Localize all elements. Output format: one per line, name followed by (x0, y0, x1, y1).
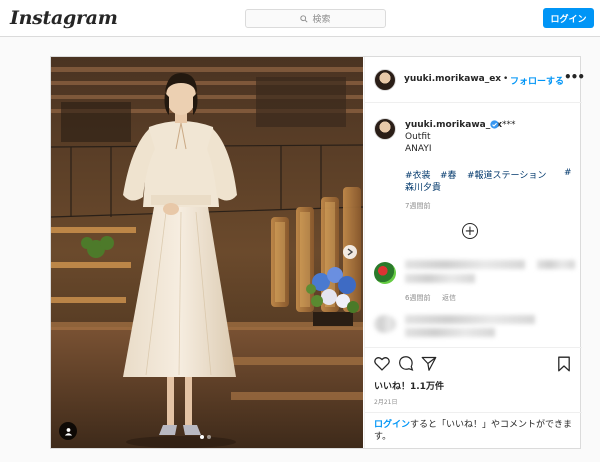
caption-timestamp: 7週間前 (405, 202, 431, 210)
carousel-dot (207, 435, 211, 439)
comment-text-blurred (537, 260, 575, 269)
carousel-dot (200, 435, 204, 439)
post-username[interactable]: yuuki.morikawa_ex (404, 74, 501, 84)
search-placeholder: 検索 (312, 15, 331, 25)
search-icon (300, 14, 309, 23)
separator: • (503, 74, 509, 84)
caption-suffix: *** (502, 120, 516, 130)
save-icon[interactable] (557, 356, 571, 372)
commenter-avatar-blurred (374, 315, 396, 333)
login-button[interactable]: ログイン (543, 8, 594, 28)
add-comment-icon[interactable]: + (462, 223, 478, 239)
comment-text-blurred (405, 260, 525, 269)
post-date: 2月21日 (374, 399, 398, 406)
comment-text-blurred (405, 274, 475, 283)
post-photo[interactable] (51, 57, 363, 448)
more-icon[interactable]: ••• (564, 70, 585, 84)
commenter-avatar[interactable] (374, 262, 396, 284)
top-navigation: Instagram 検索 ログイン (0, 0, 600, 37)
search-box[interactable]: 検索 (245, 9, 386, 28)
action-bar: いいね！1.1万件 2月21日 ログインすると「いいね！」やコメントができます。 (365, 347, 582, 448)
verified-icon (490, 120, 499, 129)
caption-username[interactable]: yuuki.morikawa_ex (405, 120, 502, 130)
photo-scene (51, 57, 363, 448)
caption-avatar[interactable] (374, 118, 396, 140)
hashtag-link[interactable]: # (564, 168, 572, 178)
comment-text-blurred (405, 328, 495, 337)
next-arrow-icon[interactable] (343, 245, 357, 259)
comment-text-blurred (405, 315, 535, 324)
caption-line: Outfit (405, 132, 431, 142)
user-tag-icon[interactable] (59, 422, 77, 440)
avatar[interactable] (374, 69, 396, 91)
login-link[interactable]: ログイン (374, 420, 410, 430)
share-icon[interactable] (421, 356, 437, 371)
comment-icon[interactable] (398, 356, 414, 371)
login-prompt: ログインすると「いいね！」やコメントができます。 (365, 412, 582, 449)
hashtag-link[interactable]: #春 (440, 168, 457, 181)
comment-timestamp: 6週間前 (405, 294, 431, 302)
hashtag-link[interactable]: 森川夕貴 (405, 180, 441, 193)
caption-line: ANAYI (405, 144, 432, 154)
hashtag-link[interactable]: #報道ステーション (467, 168, 546, 181)
like-count[interactable]: いいね！1.1万件 (374, 379, 444, 392)
reply-button[interactable]: 返信 (442, 293, 456, 303)
post-side-panel: yuuki.morikawa_ex • フォローする ••• yuuki.mor… (364, 57, 585, 448)
follow-button[interactable]: フォローする (510, 74, 564, 87)
post-header: yuuki.morikawa_ex • フォローする ••• (365, 57, 585, 103)
heart-icon[interactable] (374, 356, 390, 371)
post-card: yuuki.morikawa_ex • フォローする ••• yuuki.mor… (50, 56, 585, 449)
instagram-logo[interactable]: Instagram (10, 7, 118, 29)
carousel-dots (200, 435, 211, 439)
